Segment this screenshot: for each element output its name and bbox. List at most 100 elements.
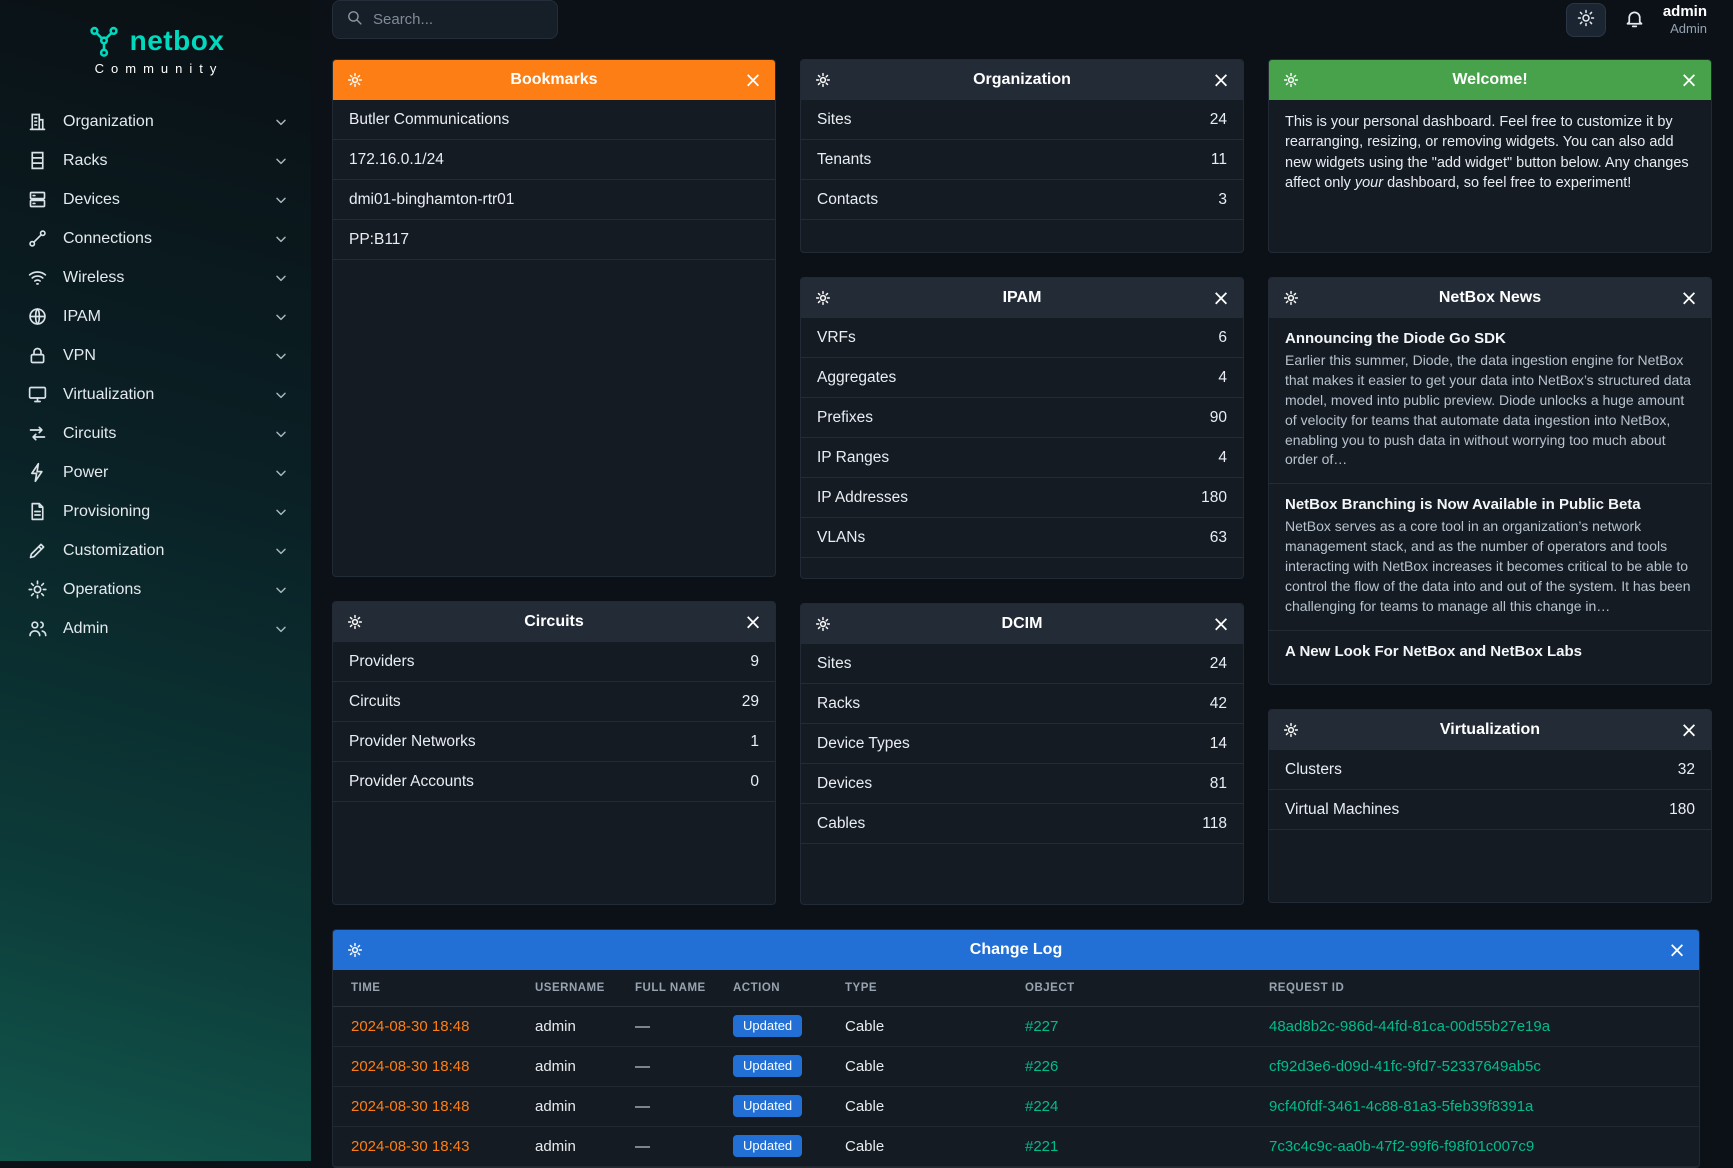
dashboard-column-2: Organization × Sites24 Tenants11 Contact… xyxy=(800,59,1244,905)
sidebar-item-label: Customization xyxy=(63,542,258,560)
bookmark-item[interactable]: Butler Communications xyxy=(333,100,775,140)
column-header: REQUEST ID xyxy=(1259,970,1699,1006)
table-row: 2024-08-30 18:48 admin — Updated Cable #… xyxy=(333,1086,1699,1126)
widget-config-button[interactable] xyxy=(342,937,368,963)
widget-title: Change Log xyxy=(374,941,1658,959)
sidebar-item-label: Racks xyxy=(63,152,258,170)
widget-config-button[interactable] xyxy=(342,609,368,635)
widget-header[interactable]: Circuits × xyxy=(333,602,775,642)
changelog-fullname: — xyxy=(625,1006,723,1046)
changelog-object-link[interactable]: #227 xyxy=(1025,1018,1058,1035)
close-icon[interactable]: × xyxy=(1676,285,1702,311)
globe-icon xyxy=(27,306,48,327)
brand[interactable]: netbox Community xyxy=(0,16,311,102)
close-icon[interactable]: × xyxy=(1208,67,1234,93)
changelog-type: Cable xyxy=(835,1126,1015,1166)
sidebar-item-devices[interactable]: Devices xyxy=(0,180,311,219)
bookmark-item[interactable]: 172.16.0.1/24 xyxy=(333,140,775,180)
stat-row: VRFs6 xyxy=(801,318,1243,358)
user-role: Admin xyxy=(1663,21,1707,37)
bookmark-item[interactable]: dmi01-binghamton-rtr01 xyxy=(333,180,775,220)
widget-config-button[interactable] xyxy=(1278,285,1304,311)
lock-icon xyxy=(27,345,48,366)
widget-header[interactable]: Organization × xyxy=(801,60,1243,100)
sidebar-item-admin[interactable]: Admin xyxy=(0,609,311,648)
welcome-text: This is your personal dashboard. Feel fr… xyxy=(1269,100,1711,205)
changelog-username: admin xyxy=(525,1046,625,1086)
sidebar-item-ipam[interactable]: IPAM xyxy=(0,297,311,336)
chevron-down-icon xyxy=(273,348,289,364)
changelog-request-link[interactable]: 48ad8b2c-986d-44fd-81ca-00d55b27e19a xyxy=(1269,1018,1550,1035)
close-icon[interactable]: × xyxy=(1664,937,1690,963)
news-article: A New Look For NetBox and NetBox Labs xyxy=(1269,631,1711,677)
sidebar-item-virtualization[interactable]: Virtualization xyxy=(0,375,311,414)
theme-toggle-button[interactable] xyxy=(1566,3,1606,37)
widget-header[interactable]: Welcome! × xyxy=(1269,60,1711,100)
search-box[interactable] xyxy=(332,0,558,39)
close-icon[interactable]: × xyxy=(740,609,766,635)
widget-config-button[interactable] xyxy=(810,285,836,311)
widget-header[interactable]: IPAM × xyxy=(801,278,1243,318)
sidebar-item-circuits[interactable]: Circuits xyxy=(0,414,311,453)
widget-config-button[interactable] xyxy=(1278,717,1304,743)
sidebar-item-connections[interactable]: Connections xyxy=(0,219,311,258)
chevron-down-icon xyxy=(273,504,289,520)
stat-row: Clusters32 xyxy=(1269,750,1711,790)
changelog-time-link[interactable]: 2024-08-30 18:48 xyxy=(351,1018,469,1035)
changelog-time-link[interactable]: 2024-08-30 18:48 xyxy=(351,1058,469,1075)
sidebar-item-wireless[interactable]: Wireless xyxy=(0,258,311,297)
widget-header[interactable]: Change Log × xyxy=(333,930,1699,970)
sidebar-item-racks[interactable]: Racks xyxy=(0,141,311,180)
search-input[interactable] xyxy=(373,11,544,28)
changelog-fullname: — xyxy=(625,1126,723,1166)
widget-config-button[interactable] xyxy=(810,67,836,93)
widget-header[interactable]: NetBox News × xyxy=(1269,278,1711,318)
changelog-object-link[interactable]: #224 xyxy=(1025,1098,1058,1115)
changelog-time-link[interactable]: 2024-08-30 18:43 xyxy=(351,1138,469,1155)
sidebar-item-label: Devices xyxy=(63,191,258,209)
news-article-title[interactable]: Announcing the Diode Go SDK xyxy=(1285,330,1695,347)
widget-header[interactable]: Bookmarks × xyxy=(333,60,775,100)
news-article-title[interactable]: A New Look For NetBox and NetBox Labs xyxy=(1285,643,1695,660)
document-icon xyxy=(27,501,48,522)
changelog-time-link[interactable]: 2024-08-30 18:48 xyxy=(351,1098,469,1115)
widget-config-button[interactable] xyxy=(342,67,368,93)
netbox-app: netbox Community Organization Racks Devi… xyxy=(0,0,1733,1161)
widget-config-button[interactable] xyxy=(1278,67,1304,93)
widget-header[interactable]: DCIM × xyxy=(801,604,1243,644)
stat-row: Circuits29 xyxy=(333,682,775,722)
bolt-icon xyxy=(27,462,48,483)
close-icon[interactable]: × xyxy=(740,67,766,93)
news-article: Announcing the Diode Go SDK Earlier this… xyxy=(1269,318,1711,484)
sidebar-item-operations[interactable]: Operations xyxy=(0,570,311,609)
close-icon[interactable]: × xyxy=(1208,611,1234,637)
news-article-title[interactable]: NetBox Branching is Now Available in Pub… xyxy=(1285,496,1695,513)
sidebar-item-vpn[interactable]: VPN xyxy=(0,336,311,375)
close-icon[interactable]: × xyxy=(1676,67,1702,93)
changelog-request-link[interactable]: cf92d3e6-d09d-41fc-9fd7-52337649ab5c xyxy=(1269,1058,1541,1075)
widget-change-log: Change Log × TIME USERNAME FULL NAME ACT… xyxy=(332,929,1700,1168)
notifications-button[interactable] xyxy=(1624,8,1645,32)
sidebar-item-customization[interactable]: Customization xyxy=(0,531,311,570)
sidebar-item-power[interactable]: Power xyxy=(0,453,311,492)
widget-title: Bookmarks xyxy=(374,71,734,89)
column-header: FULL NAME xyxy=(625,970,723,1006)
widget-config-button[interactable] xyxy=(810,611,836,637)
changelog-object-link[interactable]: #221 xyxy=(1025,1138,1058,1155)
user-menu[interactable]: admin Admin xyxy=(1663,3,1707,37)
close-icon[interactable]: × xyxy=(1676,717,1702,743)
widget-welcome: Welcome! × This is your personal dashboa… xyxy=(1268,59,1712,253)
widget-header[interactable]: Virtualization × xyxy=(1269,710,1711,750)
changelog-request-link[interactable]: 7c3c4c9c-aa0b-47f2-99f6-f98f01c007c9 xyxy=(1269,1138,1534,1155)
changelog-request-link[interactable]: 9cf40fdf-3461-4c88-81a3-5feb39f8391a xyxy=(1269,1098,1533,1115)
users-icon xyxy=(27,618,48,639)
sidebar-item-organization[interactable]: Organization xyxy=(0,102,311,141)
changelog-object-link[interactable]: #226 xyxy=(1025,1058,1058,1075)
sidebar-menu: Organization Racks Devices Connections xyxy=(0,102,311,648)
close-icon[interactable]: × xyxy=(1208,285,1234,311)
sidebar-item-provisioning[interactable]: Provisioning xyxy=(0,492,311,531)
bookmark-item[interactable]: PP:B117 xyxy=(333,220,775,260)
stat-row: Virtual Machines180 xyxy=(1269,790,1711,830)
table-row: 2024-08-30 18:43 admin — Updated Cable #… xyxy=(333,1126,1699,1166)
building-icon xyxy=(27,111,48,132)
